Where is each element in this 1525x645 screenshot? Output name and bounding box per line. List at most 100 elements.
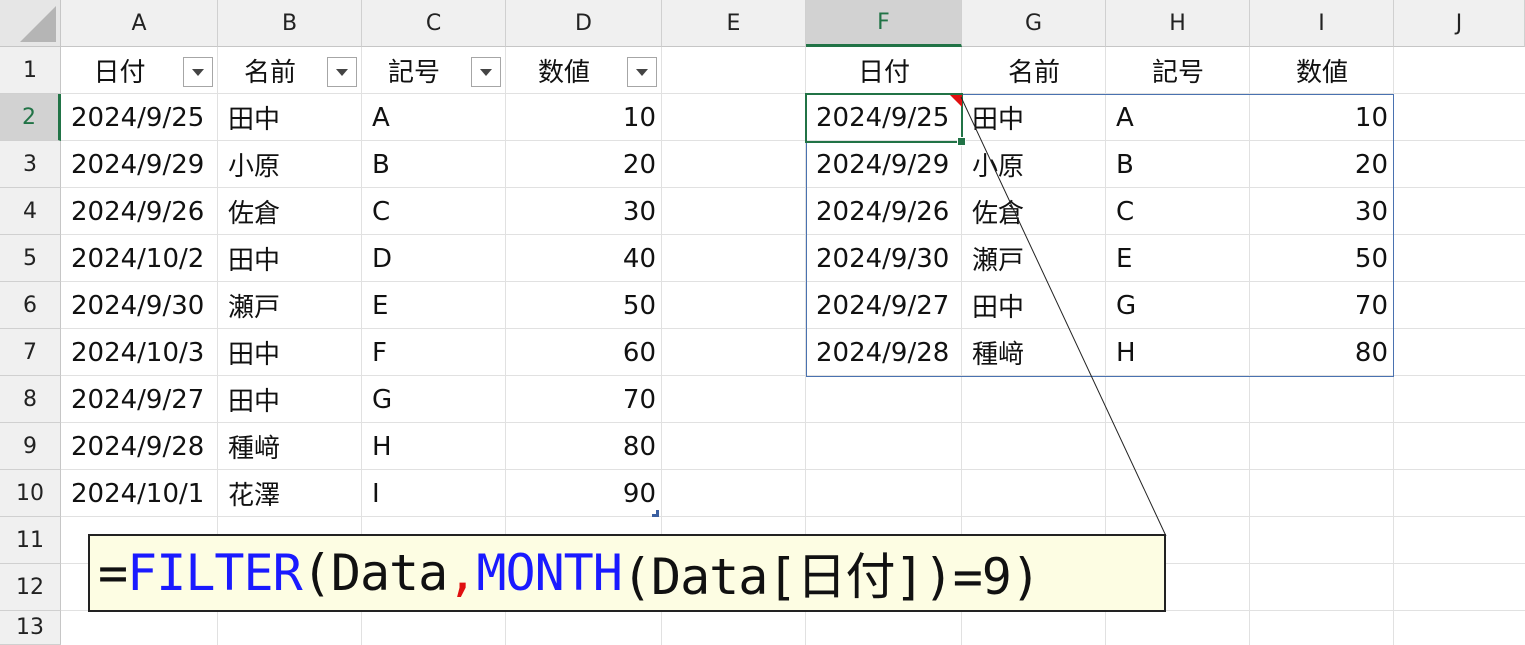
row-header-10[interactable]: 10 bbox=[0, 470, 61, 517]
table-cell[interactable]: 2024/10/2 bbox=[61, 235, 218, 282]
table-cell[interactable]: E bbox=[362, 282, 506, 329]
result-cell[interactable]: 30 bbox=[1250, 188, 1394, 235]
result-cell[interactable]: C bbox=[1106, 188, 1250, 235]
table-cell[interactable]: 2024/10/3 bbox=[61, 329, 218, 376]
row-header-4[interactable]: 4 bbox=[0, 188, 61, 235]
row-header-1[interactable]: 1 bbox=[0, 47, 61, 94]
table-cell[interactable]: I bbox=[362, 470, 506, 517]
result-cell[interactable]: 80 bbox=[1250, 329, 1394, 376]
row-header-9[interactable]: 9 bbox=[0, 423, 61, 470]
result-cell[interactable]: 2024/9/28 bbox=[806, 329, 962, 376]
result-cell[interactable]: 2024/9/25 bbox=[806, 94, 962, 141]
column-header-g[interactable]: G bbox=[962, 0, 1106, 47]
fill-handle[interactable] bbox=[957, 137, 966, 146]
filter-dropdown-icon[interactable] bbox=[471, 57, 501, 87]
table-cell[interactable]: 60 bbox=[506, 329, 662, 376]
result-cell[interactable]: 2024/9/27 bbox=[806, 282, 962, 329]
filter-dropdown-icon[interactable] bbox=[627, 57, 657, 87]
result-cell[interactable]: 2024/9/30 bbox=[806, 235, 962, 282]
result-header-cell[interactable]: 数値 bbox=[1250, 47, 1394, 94]
result-cell[interactable]: 種﨑 bbox=[962, 329, 1106, 376]
result-header-cell[interactable]: 名前 bbox=[962, 47, 1106, 94]
table-cell[interactable]: 40 bbox=[506, 235, 662, 282]
filter-dropdown-icon[interactable] bbox=[327, 57, 357, 87]
formula-token: (Data[日付])=9) bbox=[621, 548, 1041, 606]
result-cell[interactable]: 佐倉 bbox=[962, 188, 1106, 235]
row-header-2[interactable]: 2 bbox=[0, 94, 61, 141]
row-header-3[interactable]: 3 bbox=[0, 141, 61, 188]
result-cell[interactable]: G bbox=[1106, 282, 1250, 329]
table-cell[interactable]: 佐倉 bbox=[218, 188, 362, 235]
result-cell[interactable]: 70 bbox=[1250, 282, 1394, 329]
column-header-j[interactable]: J bbox=[1394, 0, 1525, 47]
row-header-7[interactable]: 7 bbox=[0, 329, 61, 376]
table-cell[interactable]: A bbox=[362, 94, 506, 141]
column-header-h[interactable]: H bbox=[1106, 0, 1250, 47]
result-header-cell[interactable]: 日付 bbox=[806, 47, 962, 94]
table-cell[interactable]: 30 bbox=[506, 188, 662, 235]
row-header-11[interactable]: 11 bbox=[0, 517, 61, 564]
table-cell[interactable]: G bbox=[362, 376, 506, 423]
table-cell[interactable]: 2024/9/28 bbox=[61, 423, 218, 470]
result-header-cell[interactable]: 記号 bbox=[1106, 47, 1250, 94]
table-cell[interactable]: 90 bbox=[506, 470, 662, 517]
table-cell[interactable]: 田中 bbox=[218, 94, 362, 141]
result-cell[interactable]: 2024/9/26 bbox=[806, 188, 962, 235]
spreadsheet: ABCDEFGHIJ 1 2 3 4 5 6 7 8 9 10 11 12 13 日付 名前 記号 数値 202… bbox=[0, 0, 1525, 645]
column-header-i[interactable]: I bbox=[1250, 0, 1394, 47]
table-cell[interactable]: C bbox=[362, 188, 506, 235]
table-cell[interactable]: 田中 bbox=[218, 329, 362, 376]
column-header-e[interactable]: E bbox=[662, 0, 806, 47]
result-cell[interactable]: 小原 bbox=[962, 141, 1106, 188]
result-cell[interactable]: 2024/9/29 bbox=[806, 141, 962, 188]
table-cell[interactable]: 花澤 bbox=[218, 470, 362, 517]
select-all-corner[interactable] bbox=[0, 0, 61, 47]
formula-token: FILTER bbox=[127, 544, 303, 602]
result-cell[interactable]: E bbox=[1106, 235, 1250, 282]
table-cell[interactable]: 瀬戸 bbox=[218, 282, 362, 329]
table-cell[interactable]: 70 bbox=[506, 376, 662, 423]
result-cell[interactable]: 田中 bbox=[962, 94, 1106, 141]
formula-token: , bbox=[447, 544, 477, 602]
result-cell[interactable]: A bbox=[1106, 94, 1250, 141]
row-header-12[interactable]: 12 bbox=[0, 564, 61, 611]
table-cell[interactable]: 種﨑 bbox=[218, 423, 362, 470]
row-header-6[interactable]: 6 bbox=[0, 282, 61, 329]
select-all-triangle-icon bbox=[20, 6, 56, 42]
row-header-8[interactable]: 8 bbox=[0, 376, 61, 423]
row-header-13[interactable]: 13 bbox=[0, 611, 61, 645]
result-cell[interactable]: H bbox=[1106, 329, 1250, 376]
formula-token: MONTH bbox=[476, 544, 623, 602]
table-cell[interactable]: 50 bbox=[506, 282, 662, 329]
column-header-a[interactable]: A bbox=[61, 0, 218, 47]
filter-dropdown-icon[interactable] bbox=[183, 57, 213, 87]
table-cell[interactable]: 小原 bbox=[218, 141, 362, 188]
table-cell[interactable]: F bbox=[362, 329, 506, 376]
result-cell[interactable]: 瀬戸 bbox=[962, 235, 1106, 282]
table-resize-handle[interactable] bbox=[652, 510, 659, 517]
result-cell[interactable]: 20 bbox=[1250, 141, 1394, 188]
table-cell[interactable]: 2024/9/25 bbox=[61, 94, 218, 141]
table-cell[interactable]: 80 bbox=[506, 423, 662, 470]
table-cell[interactable]: 20 bbox=[506, 141, 662, 188]
result-cell[interactable]: 10 bbox=[1250, 94, 1394, 141]
table-cell[interactable]: H bbox=[362, 423, 506, 470]
table-cell[interactable]: 田中 bbox=[218, 235, 362, 282]
table-cell[interactable]: 2024/9/26 bbox=[61, 188, 218, 235]
table-cell[interactable]: 2024/9/29 bbox=[61, 141, 218, 188]
table-cell[interactable]: B bbox=[362, 141, 506, 188]
table-cell[interactable]: 2024/9/27 bbox=[61, 376, 218, 423]
column-header-f[interactable]: F bbox=[806, 0, 962, 47]
result-cell[interactable]: 田中 bbox=[962, 282, 1106, 329]
column-header-b[interactable]: B bbox=[218, 0, 362, 47]
column-header-c[interactable]: C bbox=[362, 0, 506, 47]
row-header-5[interactable]: 5 bbox=[0, 235, 61, 282]
table-cell[interactable]: 田中 bbox=[218, 376, 362, 423]
table-cell[interactable]: 10 bbox=[506, 94, 662, 141]
column-header-d[interactable]: D bbox=[506, 0, 662, 47]
result-cell[interactable]: 50 bbox=[1250, 235, 1394, 282]
result-cell[interactable]: B bbox=[1106, 141, 1250, 188]
table-cell[interactable]: D bbox=[362, 235, 506, 282]
table-cell[interactable]: 2024/9/30 bbox=[61, 282, 218, 329]
table-cell[interactable]: 2024/10/1 bbox=[61, 470, 218, 517]
